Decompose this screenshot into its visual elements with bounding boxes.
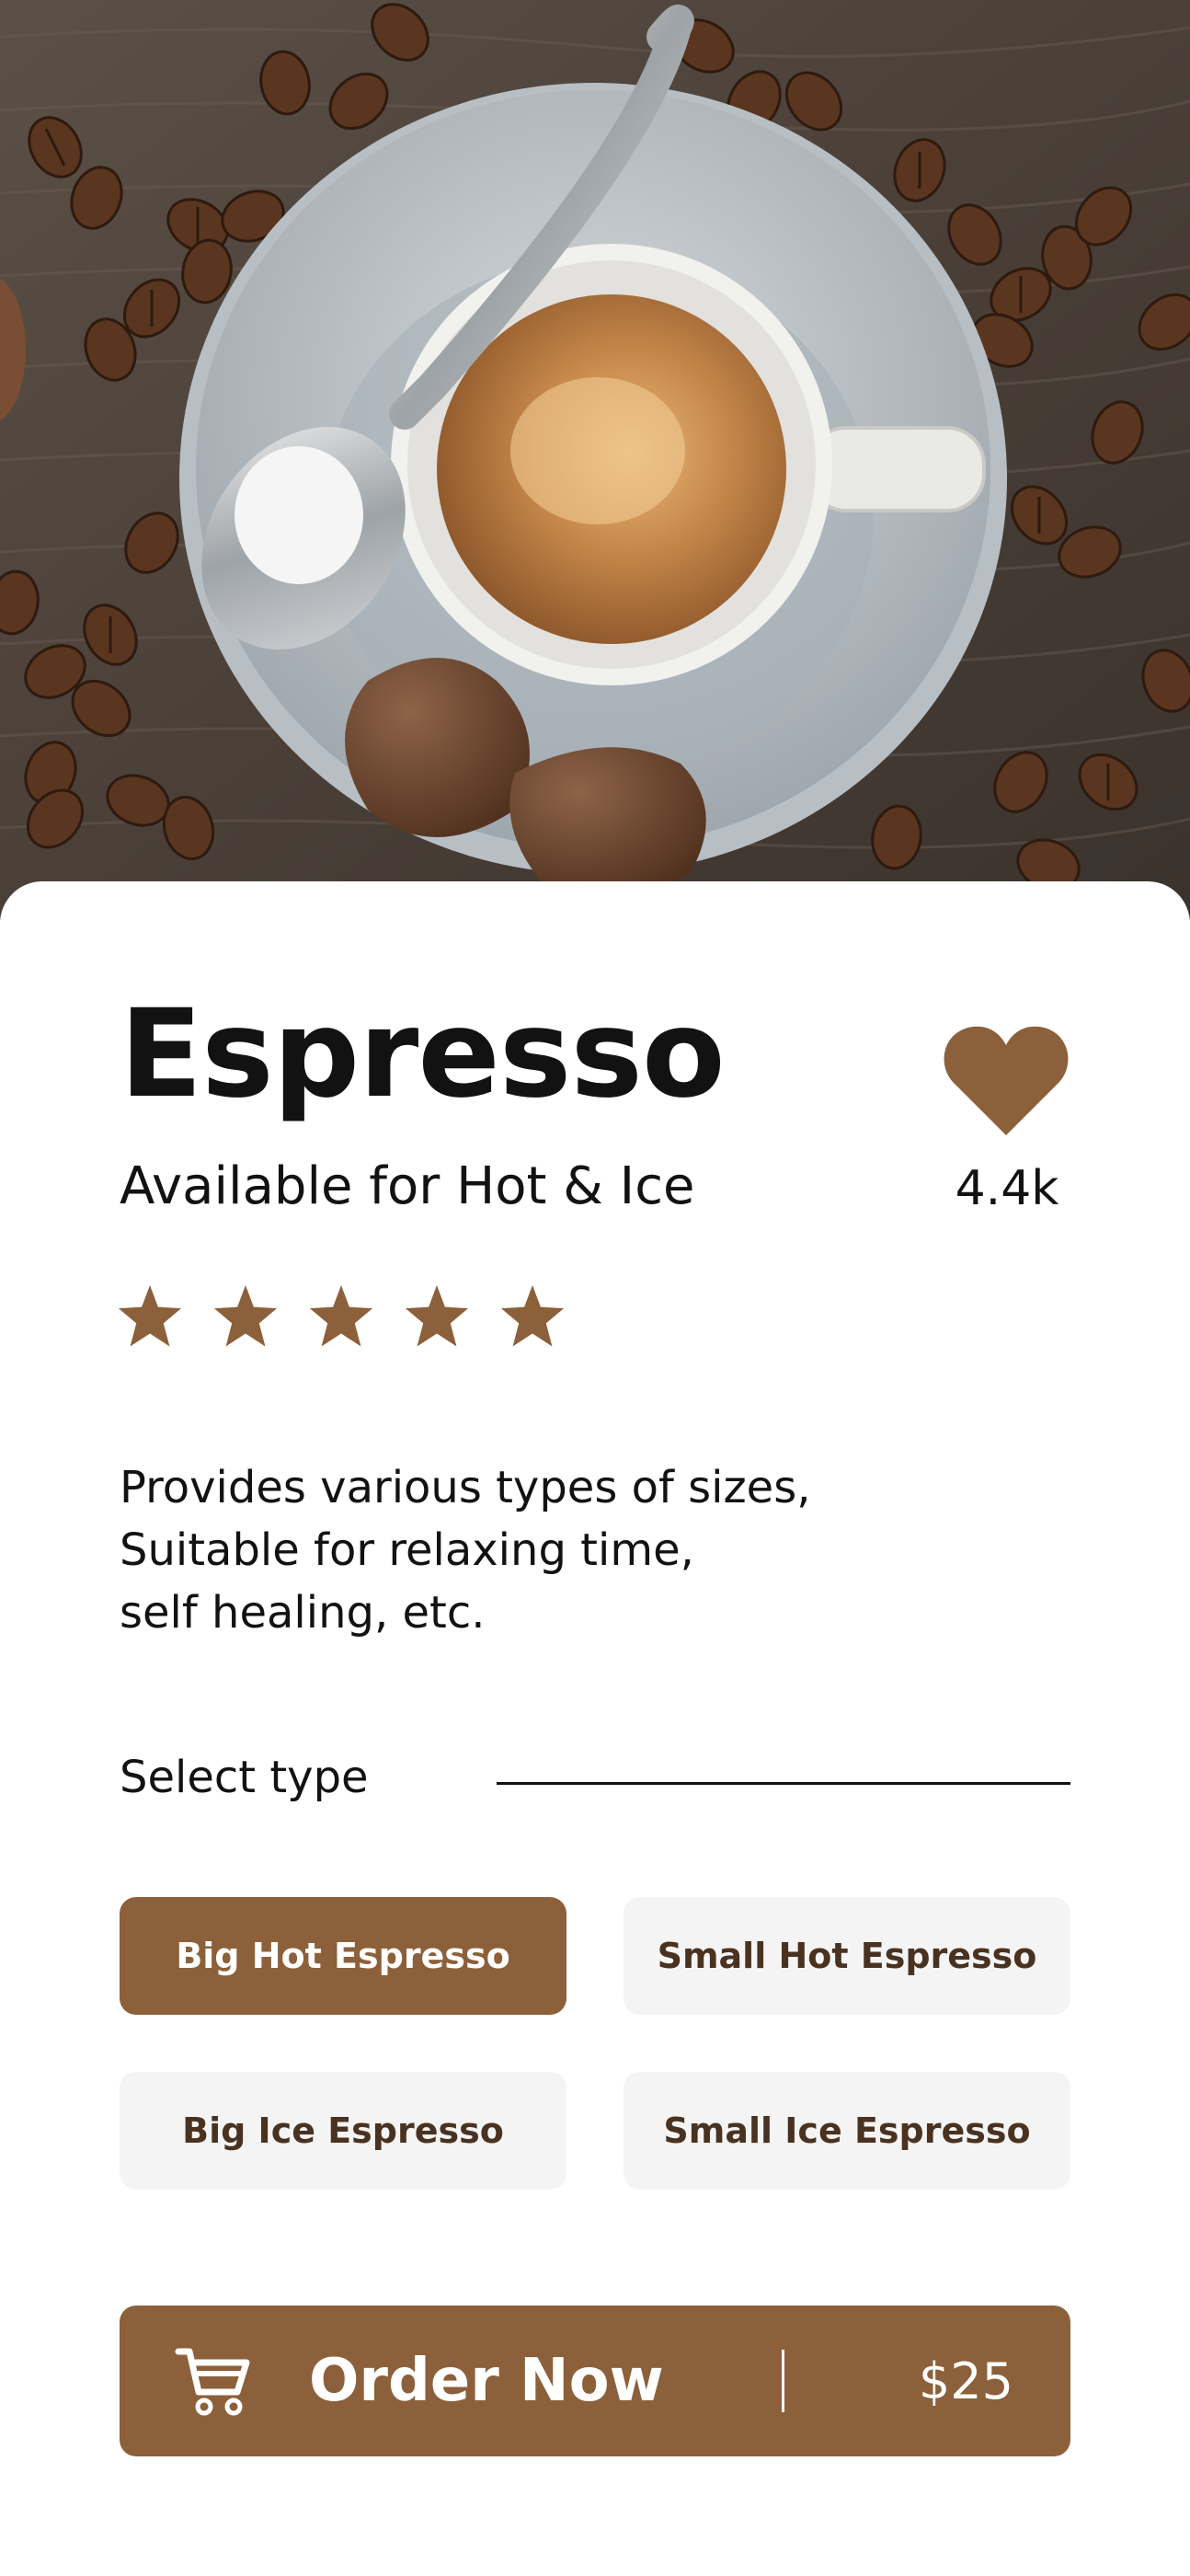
type-option-big-hot-espresso[interactable]: Big Hot Espresso — [120, 1897, 566, 2015]
description-line: Suitable for relaxing time, — [120, 1524, 694, 1576]
divider-line — [497, 1782, 1070, 1785]
star-icon — [307, 1282, 375, 1351]
order-divider — [782, 2350, 784, 2412]
star-icon — [403, 1282, 471, 1351]
availability-text: Available for Hot & Ice — [120, 1156, 695, 1216]
price-label: $25 — [918, 2352, 1013, 2410]
favorite-button[interactable] — [942, 1021, 1070, 1141]
description-line: self healing, etc. — [120, 1587, 486, 1639]
hero-photo — [0, 0, 1190, 920]
type-option-big-ice-espresso[interactable]: Big Ice Espresso — [120, 2072, 566, 2190]
description-line: Provides various types of sizes, — [120, 1462, 811, 1513]
heart-icon — [944, 1026, 1069, 1135]
select-type-label: Select type — [120, 1752, 369, 1803]
type-option-small-ice-espresso[interactable]: Small Ice Espresso — [624, 2072, 1070, 2190]
cart-icon — [175, 2342, 252, 2420]
star-icon — [116, 1282, 184, 1351]
rating-stars — [116, 1282, 566, 1352]
product-title: Espresso — [120, 983, 726, 1125]
order-now-button[interactable]: Order Now $25 — [120, 2306, 1070, 2456]
type-option-small-hot-espresso[interactable]: Small Hot Espresso — [624, 1897, 1070, 2015]
star-icon — [212, 1282, 280, 1351]
favorites-count: 4.4k — [955, 1161, 1059, 1216]
order-now-label: Order Now — [309, 2347, 664, 2415]
product-description: Provides various types of sizes, Suitabl… — [120, 1456, 947, 1644]
star-icon — [498, 1282, 566, 1351]
